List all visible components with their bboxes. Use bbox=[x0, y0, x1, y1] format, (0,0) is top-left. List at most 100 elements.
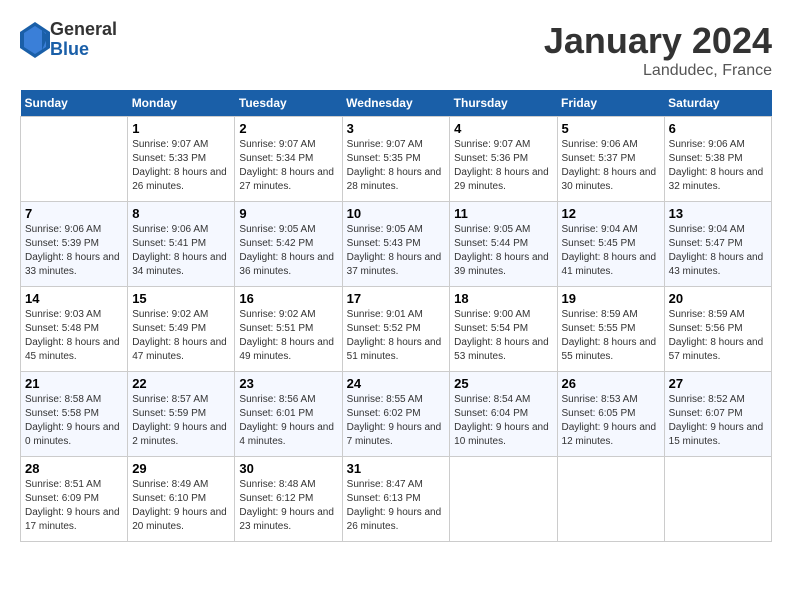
day-info: Sunrise: 9:03 AMSunset: 5:48 PMDaylight:… bbox=[25, 308, 123, 364]
calendar-week-row: 14 Sunrise: 9:03 AMSunset: 5:48 PMDayligh… bbox=[21, 287, 772, 372]
day-number: 8 bbox=[132, 206, 230, 221]
calendar-cell: 17Sunrise: 9:01 AMSunset: 5:52 PMDayligh… bbox=[342, 287, 450, 372]
day-number: 12 bbox=[562, 206, 660, 221]
calendar-cell: 24 Sunrise: 8:55 AMSunset: 6:02 PMDayligh… bbox=[342, 372, 450, 457]
day-number: 14 bbox=[25, 291, 123, 306]
calendar-cell bbox=[21, 117, 128, 202]
day-info: Sunrise: 9:06 AMSunset: 5:39 PMDaylight:… bbox=[25, 223, 123, 279]
calendar-cell: 2 Sunrise: 9:07 AMSunset: 5:34 PMDaylight… bbox=[235, 117, 342, 202]
title-block: January 2024 Landudec, France bbox=[544, 20, 772, 80]
weekday-header: Wednesday bbox=[342, 90, 450, 117]
day-info: Sunrise: 9:05 AMSunset: 5:43 PMDaylight:… bbox=[347, 223, 446, 279]
calendar-week-row: 1 Sunrise: 9:07 AMSunset: 5:33 PMDaylight… bbox=[21, 117, 772, 202]
calendar-cell: 27 Sunrise: 8:52 AMSunset: 6:07 PMDayligh… bbox=[664, 372, 771, 457]
day-info: Sunrise: 9:06 AMSunset: 5:38 PMDaylight:… bbox=[669, 138, 767, 194]
calendar-cell: 9 Sunrise: 9:05 AMSunset: 5:42 PMDaylight… bbox=[235, 202, 342, 287]
day-number: 20 bbox=[669, 291, 767, 306]
calendar-cell: 31 Sunrise: 8:47 AMSunset: 6:13 PMDayligh… bbox=[342, 457, 450, 542]
day-info: Sunrise: 8:51 AMSunset: 6:09 PMDaylight:… bbox=[25, 478, 123, 534]
day-info: Sunrise: 8:59 AMSunset: 5:56 PMDaylight:… bbox=[669, 308, 767, 364]
day-number: 2 bbox=[239, 121, 337, 136]
logo-blue: Blue bbox=[50, 40, 117, 60]
day-number: 3 bbox=[347, 121, 446, 136]
calendar-cell: 21 Sunrise: 8:58 AMSunset: 5:58 PMDayligh… bbox=[21, 372, 128, 457]
day-number: 31 bbox=[347, 461, 446, 476]
day-number: 4 bbox=[454, 121, 552, 136]
calendar-cell: 19Sunrise: 8:59 AMSunset: 5:55 PMDayligh… bbox=[557, 287, 664, 372]
calendar-cell: 4 Sunrise: 9:07 AMSunset: 5:36 PMDaylight… bbox=[450, 117, 557, 202]
calendar-cell: 5 Sunrise: 9:06 AMSunset: 5:37 PMDaylight… bbox=[557, 117, 664, 202]
day-number: 28 bbox=[25, 461, 123, 476]
weekday-header: Saturday bbox=[664, 90, 771, 117]
day-info: Sunrise: 8:52 AMSunset: 6:07 PMDaylight:… bbox=[669, 393, 767, 449]
day-info: Sunrise: 8:54 AMSunset: 6:04 PMDaylight:… bbox=[454, 393, 552, 449]
day-info: Sunrise: 9:07 AMSunset: 5:33 PMDaylight:… bbox=[132, 138, 230, 194]
logo-text: General Blue bbox=[50, 20, 117, 60]
day-number: 7 bbox=[25, 206, 123, 221]
day-number: 18 bbox=[454, 291, 552, 306]
weekday-header: Tuesday bbox=[235, 90, 342, 117]
day-info: Sunrise: 8:47 AMSunset: 6:13 PMDaylight:… bbox=[347, 478, 446, 534]
weekday-header: Friday bbox=[557, 90, 664, 117]
page-header: General Blue January 2024 Landudec, Fran… bbox=[20, 20, 772, 80]
logo-general: General bbox=[50, 20, 117, 40]
day-number: 26 bbox=[562, 376, 660, 391]
day-info: Sunrise: 8:58 AMSunset: 5:58 PMDaylight:… bbox=[25, 393, 123, 449]
calendar-cell: 8Sunrise: 9:06 AMSunset: 5:41 PMDaylight… bbox=[128, 202, 235, 287]
day-info: Sunrise: 9:07 AMSunset: 5:36 PMDaylight:… bbox=[454, 138, 552, 194]
calendar-cell: 13Sunrise: 9:04 AMSunset: 5:47 PMDayligh… bbox=[664, 202, 771, 287]
calendar-cell: 16 Sunrise: 9:02 AMSunset: 5:51 PMDayligh… bbox=[235, 287, 342, 372]
day-info: Sunrise: 9:05 AMSunset: 5:44 PMDaylight:… bbox=[454, 223, 552, 279]
day-number: 21 bbox=[25, 376, 123, 391]
weekday-header-row: SundayMondayTuesdayWednesdayThursdayFrid… bbox=[21, 90, 772, 117]
day-info: Sunrise: 9:02 AMSunset: 5:51 PMDaylight:… bbox=[239, 308, 337, 364]
day-info: Sunrise: 9:05 AMSunset: 5:42 PMDaylight:… bbox=[239, 223, 337, 279]
day-number: 22 bbox=[132, 376, 230, 391]
calendar-cell bbox=[557, 457, 664, 542]
calendar-cell: 11 Sunrise: 9:05 AMSunset: 5:44 PMDayligh… bbox=[450, 202, 557, 287]
calendar-week-row: 28 Sunrise: 8:51 AMSunset: 6:09 PMDayligh… bbox=[21, 457, 772, 542]
calendar-location: Landudec, France bbox=[544, 62, 772, 80]
day-info: Sunrise: 9:07 AMSunset: 5:35 PMDaylight:… bbox=[347, 138, 446, 194]
calendar-cell: 28 Sunrise: 8:51 AMSunset: 6:09 PMDayligh… bbox=[21, 457, 128, 542]
calendar-cell: 18 Sunrise: 9:00 AMSunset: 5:54 PMDayligh… bbox=[450, 287, 557, 372]
day-info: Sunrise: 9:06 AMSunset: 5:37 PMDaylight:… bbox=[562, 138, 660, 194]
calendar-week-row: 21 Sunrise: 8:58 AMSunset: 5:58 PMDayligh… bbox=[21, 372, 772, 457]
logo: General Blue bbox=[20, 20, 117, 60]
calendar-cell: 1 Sunrise: 9:07 AMSunset: 5:33 PMDaylight… bbox=[128, 117, 235, 202]
day-number: 1 bbox=[132, 121, 230, 136]
day-info: Sunrise: 8:56 AMSunset: 6:01 PMDaylight:… bbox=[239, 393, 337, 449]
day-number: 5 bbox=[562, 121, 660, 136]
calendar-cell: 15 Sunrise: 9:02 AMSunset: 5:49 PMDayligh… bbox=[128, 287, 235, 372]
day-number: 27 bbox=[669, 376, 767, 391]
day-number: 16 bbox=[239, 291, 337, 306]
calendar-cell: 22Sunrise: 8:57 AMSunset: 5:59 PMDayligh… bbox=[128, 372, 235, 457]
day-info: Sunrise: 8:48 AMSunset: 6:12 PMDaylight:… bbox=[239, 478, 337, 534]
day-info: Sunrise: 8:55 AMSunset: 6:02 PMDaylight:… bbox=[347, 393, 446, 449]
calendar-cell: 23Sunrise: 8:56 AMSunset: 6:01 PMDayligh… bbox=[235, 372, 342, 457]
day-info: Sunrise: 8:53 AMSunset: 6:05 PMDaylight:… bbox=[562, 393, 660, 449]
day-number: 24 bbox=[347, 376, 446, 391]
day-number: 15 bbox=[132, 291, 230, 306]
day-number: 29 bbox=[132, 461, 230, 476]
day-info: Sunrise: 9:02 AMSunset: 5:49 PMDaylight:… bbox=[132, 308, 230, 364]
calendar-cell: 25Sunrise: 8:54 AMSunset: 6:04 PMDayligh… bbox=[450, 372, 557, 457]
calendar-week-row: 7 Sunrise: 9:06 AMSunset: 5:39 PMDaylight… bbox=[21, 202, 772, 287]
calendar-cell: 10Sunrise: 9:05 AMSunset: 5:43 PMDayligh… bbox=[342, 202, 450, 287]
day-info: Sunrise: 9:00 AMSunset: 5:54 PMDaylight:… bbox=[454, 308, 552, 364]
weekday-header: Sunday bbox=[21, 90, 128, 117]
day-number: 9 bbox=[239, 206, 337, 221]
day-number: 11 bbox=[454, 206, 552, 221]
day-info: Sunrise: 9:07 AMSunset: 5:34 PMDaylight:… bbox=[239, 138, 337, 194]
day-info: Sunrise: 9:04 AMSunset: 5:45 PMDaylight:… bbox=[562, 223, 660, 279]
calendar-cell: 3 Sunrise: 9:07 AMSunset: 5:35 PMDaylight… bbox=[342, 117, 450, 202]
calendar-table: SundayMondayTuesdayWednesdayThursdayFrid… bbox=[20, 90, 772, 542]
day-number: 19 bbox=[562, 291, 660, 306]
day-number: 30 bbox=[239, 461, 337, 476]
day-info: Sunrise: 8:49 AMSunset: 6:10 PMDaylight:… bbox=[132, 478, 230, 534]
calendar-title: January 2024 bbox=[544, 20, 772, 62]
calendar-cell: 12 Sunrise: 9:04 AMSunset: 5:45 PMDayligh… bbox=[557, 202, 664, 287]
calendar-cell bbox=[664, 457, 771, 542]
day-number: 17 bbox=[347, 291, 446, 306]
calendar-cell: 14 Sunrise: 9:03 AMSunset: 5:48 PMDayligh… bbox=[21, 287, 128, 372]
